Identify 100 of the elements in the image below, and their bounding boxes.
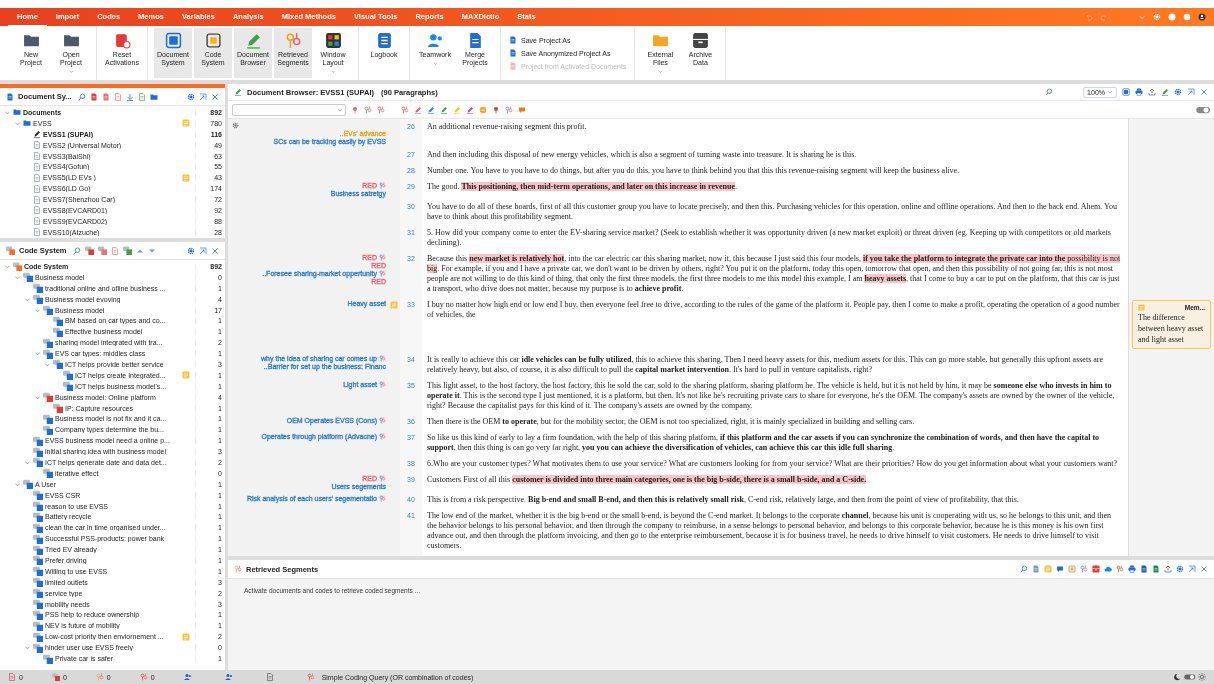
code-icon[interactable] bbox=[351, 105, 359, 114]
user-icon[interactable] bbox=[224, 673, 233, 681]
code-icon bbox=[6, 246, 15, 255]
print-icon[interactable] bbox=[1135, 88, 1143, 96]
profile-icon[interactable] bbox=[1198, 13, 1206, 21]
code-icon[interactable] bbox=[51, 673, 60, 681]
document-system-icon bbox=[6, 92, 14, 101]
caret-icon[interactable] bbox=[34, 393, 41, 401]
search-icon[interactable] bbox=[1020, 565, 1028, 573]
caret-icon[interactable] bbox=[14, 480, 21, 488]
frame-icon[interactable] bbox=[1068, 565, 1076, 573]
highlighter-icon[interactable] bbox=[414, 105, 422, 114]
caret-icon[interactable] bbox=[14, 273, 21, 281]
code-dropdown[interactable] bbox=[232, 103, 346, 116]
pin-icon[interactable] bbox=[492, 105, 500, 114]
document-icon[interactable] bbox=[1032, 565, 1040, 573]
code-icon[interactable] bbox=[139, 673, 148, 681]
code-icon[interactable] bbox=[122, 246, 132, 255]
code-icon[interactable] bbox=[1116, 565, 1124, 573]
document-icon[interactable] bbox=[137, 92, 146, 101]
settings-icon[interactable] bbox=[187, 246, 195, 255]
paragraph-text: 6.Who are your customer types? What motivates them to use your service? What are customers looking for from your service? What are their priorities? How do you get information about what your customers want? bbox=[426, 458, 1118, 471]
document-icon[interactable] bbox=[89, 92, 98, 101]
paragraph-text: Because this new market is relatively hot, into the car electric car this sharing market, now it, this because I just said this four models, if you take the platform to integrate the private car into the possibility is not big. For example, if you and I have a private car, we don't want to be driven by others, right? You put it on the platform, today this open, tomorrow that open, and then this possibility of not going far, this is not most people are not willing to do this kind of thing, that only the first three models, the first three models to me this model this example, I am heavy assets, that I come to buy a car to put on the platform, that this car is just a transport, who drive does not matter, because my purpose is to achieve profit. bbox=[426, 253, 1122, 295]
save-icon bbox=[509, 36, 517, 44]
paragraph-text: An additional revenue-raising segment this profit. bbox=[426, 121, 588, 133]
highlighter-icon[interactable] bbox=[427, 105, 435, 114]
caret-icon[interactable] bbox=[44, 360, 51, 368]
document-icon[interactable] bbox=[113, 92, 122, 101]
folder-icon bbox=[651, 32, 669, 49]
document-icon[interactable] bbox=[265, 673, 274, 681]
export-icon[interactable] bbox=[1148, 88, 1156, 96]
memo-icon[interactable] bbox=[182, 371, 190, 380]
memo-icon[interactable] bbox=[182, 173, 190, 182]
paragraph-text: You have to do all of these boards, first of all this customer group you have to locate precisely, and then this. Purchasing vehicles for this operation, online and offline operations. And then to the back end. Ahem. You have to think about this profitability segment. bbox=[426, 201, 1118, 223]
memo-icon[interactable] bbox=[182, 119, 190, 128]
highlighter-icon[interactable] bbox=[466, 105, 474, 114]
search-icon[interactable] bbox=[77, 92, 86, 101]
code-icon[interactable] bbox=[84, 246, 94, 255]
cloud-icon[interactable] bbox=[1104, 565, 1112, 573]
expand-icon[interactable] bbox=[199, 246, 207, 255]
caret-icon bbox=[1107, 89, 1113, 95]
memo-icon[interactable] bbox=[182, 632, 190, 641]
document-icon bbox=[33, 184, 41, 193]
import-icon[interactable] bbox=[125, 92, 134, 101]
edit-toggle[interactable] bbox=[1195, 104, 1210, 115]
caret-icon[interactable] bbox=[34, 306, 41, 314]
caret-icon[interactable] bbox=[24, 458, 31, 466]
paragraph-text: This is from a risk perspective. Big b-end and small B-end, and then this is relatively small risk, C-end risk, relatively large, and then from the point of view of profitability, that this. bbox=[426, 494, 1020, 507]
code-icon bbox=[13, 261, 22, 271]
document-icon bbox=[33, 152, 41, 160]
memo-icon[interactable] bbox=[1044, 565, 1052, 573]
settings-icon[interactable] bbox=[232, 122, 239, 129]
caret-icon[interactable] bbox=[24, 295, 31, 303]
document-icon bbox=[33, 173, 41, 182]
code-icon[interactable] bbox=[364, 105, 372, 114]
document-icon[interactable] bbox=[110, 246, 119, 255]
retrieved-segments-icon bbox=[284, 32, 302, 49]
document-icon[interactable] bbox=[101, 92, 110, 101]
export-icon[interactable] bbox=[1164, 565, 1172, 573]
word-icon[interactable] bbox=[1140, 565, 1148, 573]
save-icon bbox=[509, 49, 517, 57]
document-icon bbox=[33, 162, 41, 171]
close-icon[interactable] bbox=[211, 92, 219, 101]
caret-icon[interactable] bbox=[24, 644, 31, 652]
close-icon[interactable] bbox=[211, 246, 219, 255]
panel-icon[interactable] bbox=[1122, 88, 1130, 96]
close-icon[interactable] bbox=[1200, 88, 1208, 96]
caret-icon[interactable] bbox=[14, 119, 21, 127]
link-icon[interactable] bbox=[505, 105, 513, 114]
caret-icon[interactable] bbox=[4, 262, 11, 270]
code-icon[interactable] bbox=[377, 105, 385, 114]
settings-icon[interactable] bbox=[1176, 565, 1184, 573]
code-icon[interactable] bbox=[1080, 565, 1088, 573]
emoji-icon[interactable] bbox=[479, 105, 487, 114]
highlighter-icon[interactable] bbox=[440, 105, 448, 114]
caret-icon[interactable] bbox=[34, 350, 41, 358]
document-icon[interactable] bbox=[8, 673, 16, 681]
user-icon[interactable] bbox=[183, 673, 192, 681]
expand-icon[interactable] bbox=[1187, 88, 1195, 96]
settings-icon[interactable] bbox=[187, 92, 195, 101]
excel-icon[interactable] bbox=[1152, 565, 1160, 573]
search-icon[interactable] bbox=[1045, 88, 1054, 96]
folder-icon[interactable] bbox=[149, 92, 158, 101]
theme-toggle[interactable] bbox=[1183, 673, 1195, 681]
close-icon[interactable] bbox=[1200, 565, 1208, 573]
settings-icon[interactable] bbox=[1174, 88, 1182, 96]
caret-icon[interactable] bbox=[4, 108, 11, 116]
spellcheck-icon[interactable] bbox=[1161, 88, 1169, 96]
print-icon[interactable] bbox=[1128, 565, 1136, 573]
logbook-icon bbox=[375, 32, 393, 49]
search-icon[interactable] bbox=[72, 246, 81, 255]
comment-icon[interactable] bbox=[1056, 565, 1064, 573]
comment-icon[interactable] bbox=[518, 105, 526, 114]
code-icon[interactable] bbox=[95, 673, 104, 681]
code-icon[interactable] bbox=[401, 105, 409, 114]
expand-icon[interactable] bbox=[199, 92, 207, 101]
expand-icon[interactable] bbox=[1188, 565, 1196, 573]
chevron-icon[interactable] bbox=[1138, 13, 1146, 21]
code-icon[interactable] bbox=[97, 246, 107, 255]
